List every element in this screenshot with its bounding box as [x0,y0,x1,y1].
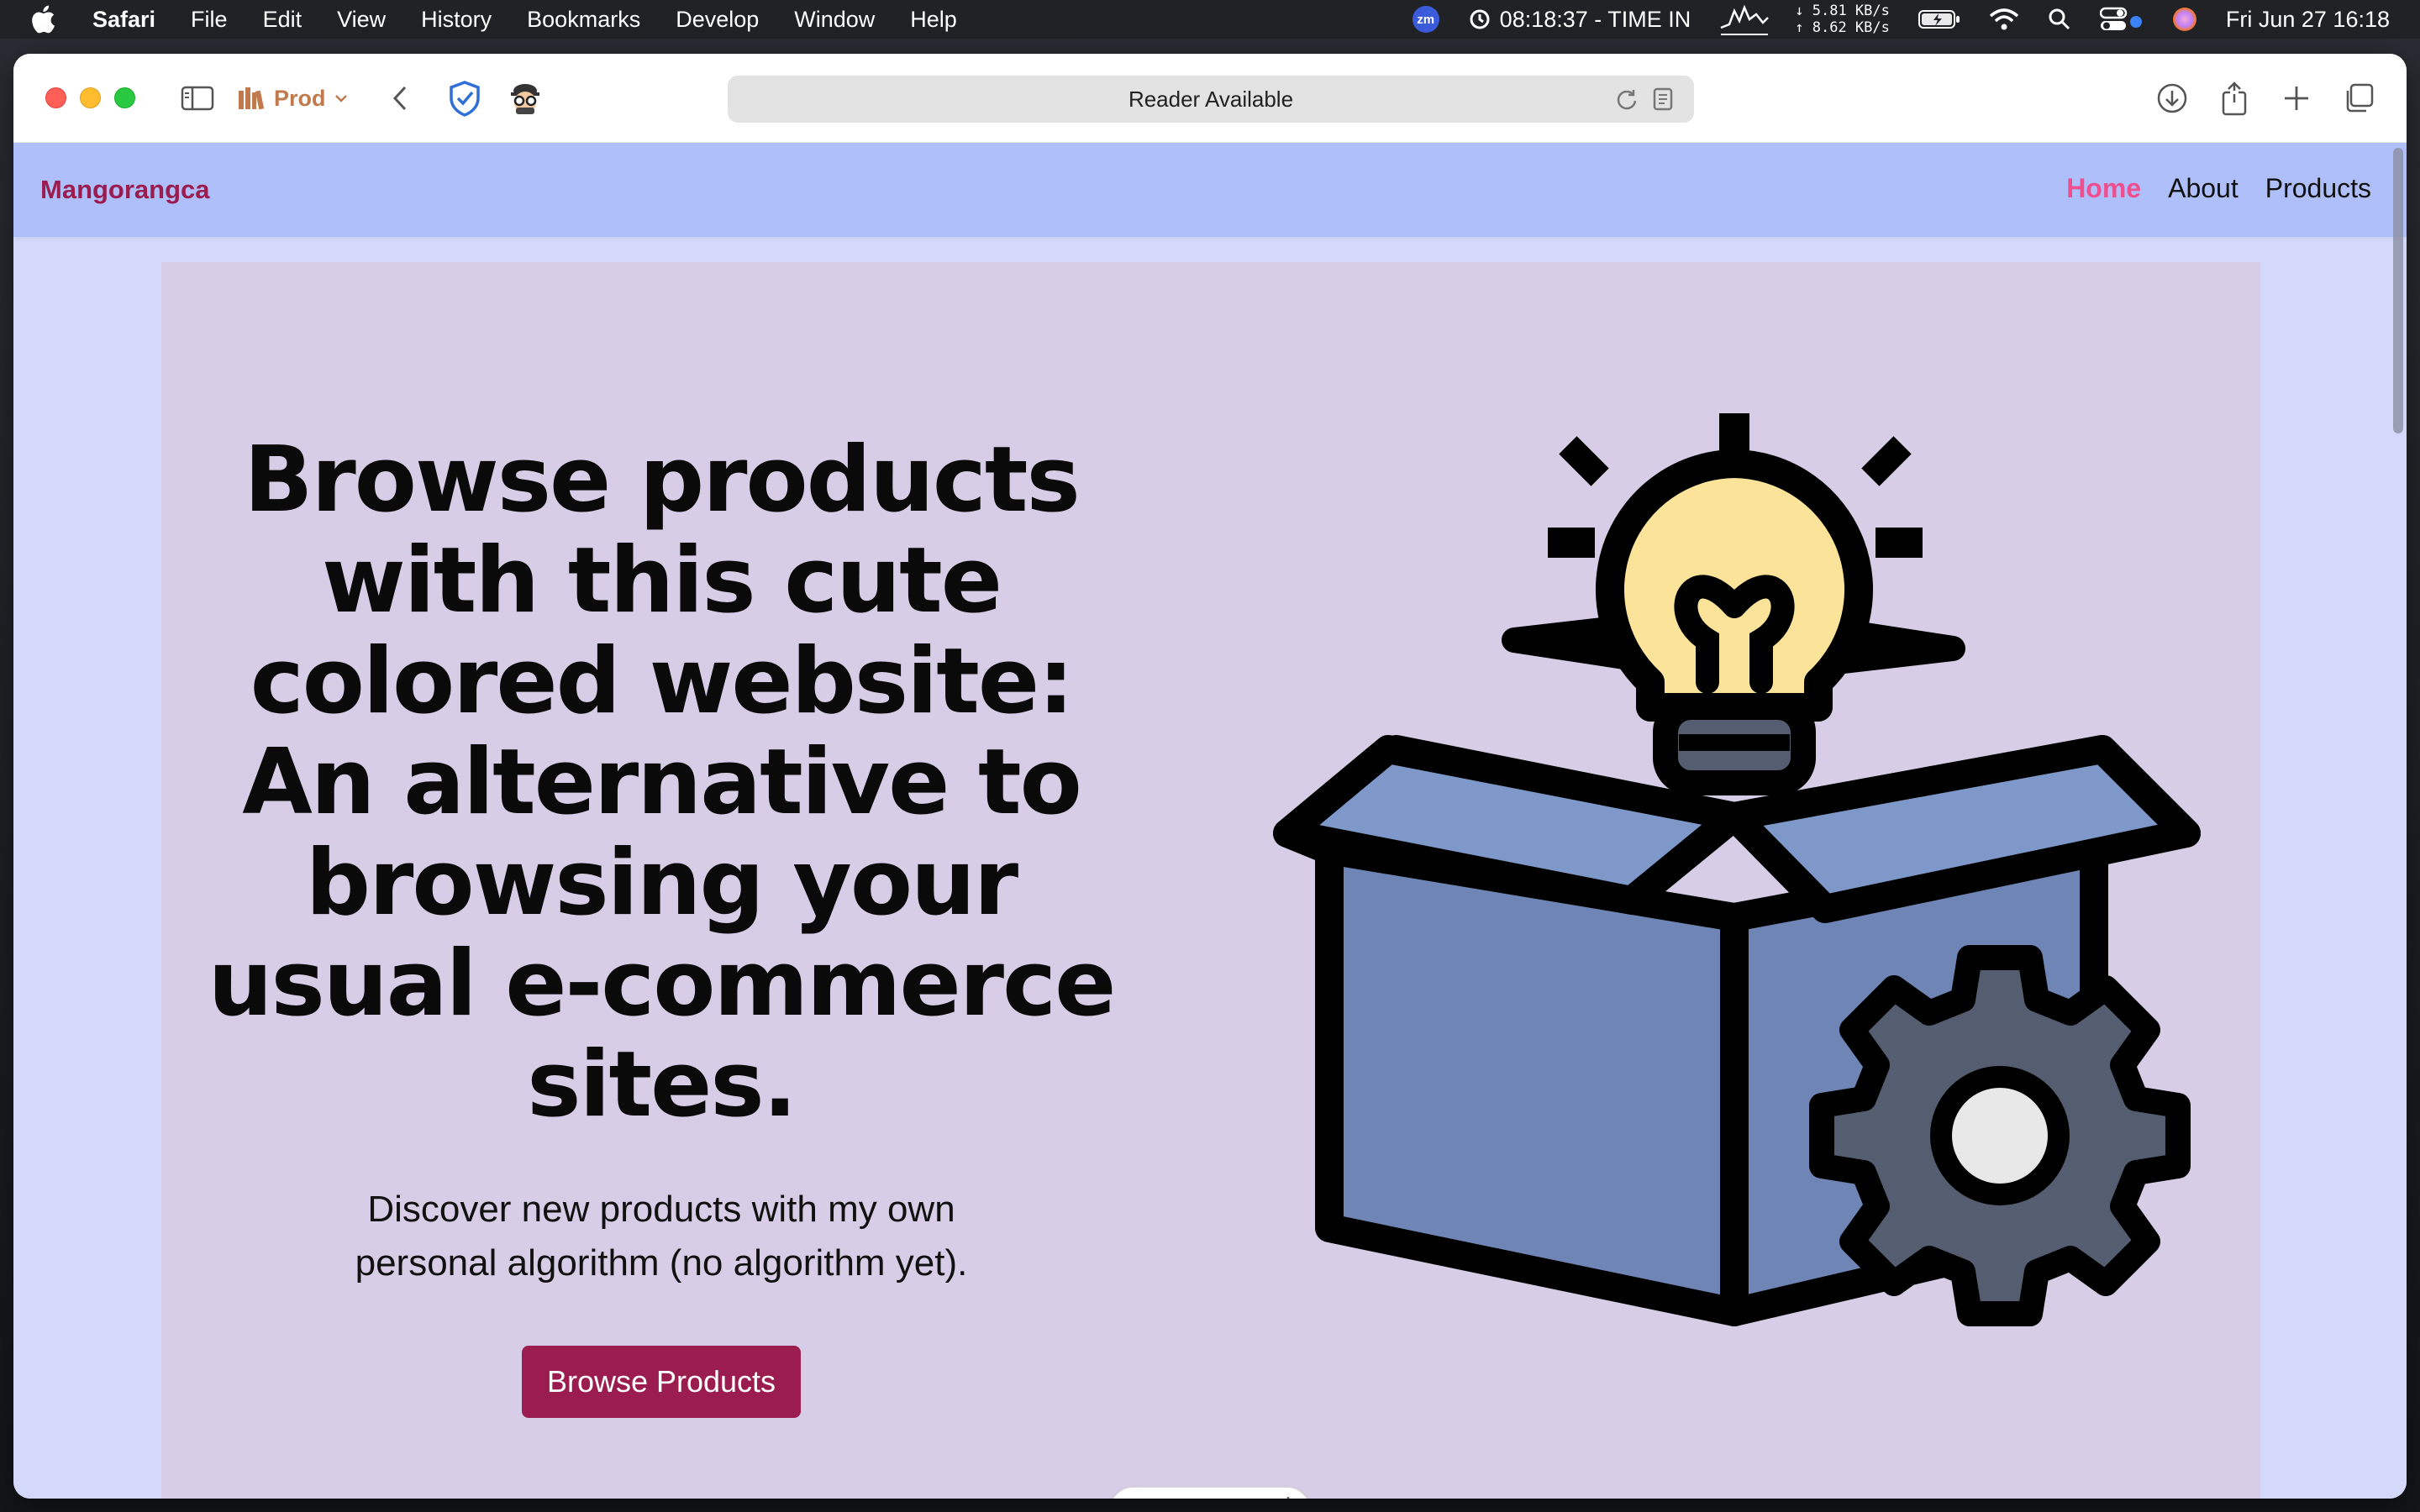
maximize-window-button[interactable] [114,87,135,108]
close-window-button[interactable] [45,87,66,108]
sidebar-toggle-icon[interactable] [176,77,218,119]
chevron-left-icon [392,86,407,111]
timer-icon [1470,9,1490,29]
tab-overview-icon[interactable] [2338,77,2380,119]
hero-title: Browse products with this cute colored w… [208,428,1117,1137]
control-center-icon[interactable] [2099,7,2144,32]
lightbulb-box-gear-illustration [1273,413,2201,1326]
menu-app-name[interactable]: Safari [92,7,155,33]
hero-subtitle: Discover new products with my own person… [355,1189,968,1284]
nav-about-link[interactable]: About [2168,173,2238,204]
net-up-speed: ↑ 8.62 KB/s [1795,19,1890,36]
battery-icon[interactable] [1918,8,1960,30]
box-front-left [1315,836,1749,1326]
lightbulb-icon [1595,449,1874,795]
network-speed[interactable]: ↓ 5.81 KB/s ↑ 8.62 KB/s [1795,3,1890,36]
site-nav-links: Home About Products [2066,173,2371,204]
hero-section: Browse products with this cute colored w… [161,262,2260,1499]
menu-file[interactable]: File [191,7,228,33]
timer-text: 08:18:37 - TIME IN [1499,6,1691,32]
menu-view[interactable]: View [337,7,386,33]
browse-products-button[interactable]: Browse Products [521,1346,802,1418]
wifi-icon[interactable] [1989,8,2019,31]
window-controls [45,87,135,108]
profile-name: Prod [274,85,326,111]
address-bar[interactable]: Reader Available [728,76,1694,123]
minimize-window-button[interactable] [80,87,101,108]
crosshair-icon[interactable] [1276,1496,1301,1499]
shield-extension-icon[interactable] [444,77,486,119]
nav-products-link[interactable]: Products [2265,173,2371,204]
menu-help[interactable]: Help [910,7,957,33]
hero-text-block: Browse products with this cute colored w… [178,430,1144,1418]
menu-edit[interactable]: Edit [263,7,302,33]
nav-home-link[interactable]: Home [2066,173,2141,204]
back-button[interactable] [383,77,417,119]
chevron-down-icon [334,95,347,102]
gear-icon [1809,945,2191,1326]
menubar-clock[interactable]: Fri Jun 27 16:18 [2226,7,2390,33]
net-down-speed: ↓ 5.81 KB/s [1795,3,1890,19]
site-brand[interactable]: Mangorangca [40,175,210,205]
dev-overlay-pill: 81ms [1109,1487,1311,1499]
zoom-status-icon[interactable]: zm [1412,6,1439,33]
menu-develop[interactable]: Develop [676,7,759,33]
new-tab-icon[interactable] [2275,77,2317,119]
downloads-icon[interactable] [2151,77,2193,119]
apple-icon[interactable] [30,3,59,35]
browser-toolbar: Prod Reader Available [13,54,2407,143]
page-viewport: Mangorangca Home About Products Browse p… [13,143,2407,1499]
activity-graph-icon[interactable] [1719,3,1770,36]
macos-menubar: Safari File Edit View History Bookmarks … [0,0,2420,39]
address-text: Reader Available [1128,86,1294,112]
menu-bookmarks[interactable]: Bookmarks [527,7,640,33]
reader-mode-icon[interactable] [1652,87,1674,117]
safari-window: Prod Reader Available Mangorangca Home A… [13,54,2407,1499]
spy-extension-icon[interactable] [504,77,546,119]
spotlight-search-icon[interactable] [2048,8,2071,31]
dev-logo-icon[interactable] [1119,1498,1153,1499]
menu-window[interactable]: Window [794,7,875,33]
page-scrollbar[interactable] [2393,148,2403,433]
time-tracker[interactable]: 08:18:37 - TIME IN [1468,7,1691,33]
profile-selector[interactable]: Prod [237,79,348,118]
menu-history[interactable]: History [421,7,492,33]
reload-icon[interactable] [1615,87,1639,117]
site-navbar: Mangorangca Home About Products [13,143,2407,237]
siri-icon[interactable] [2172,7,2197,32]
books-icon [239,87,265,110]
share-icon[interactable] [2213,77,2255,119]
